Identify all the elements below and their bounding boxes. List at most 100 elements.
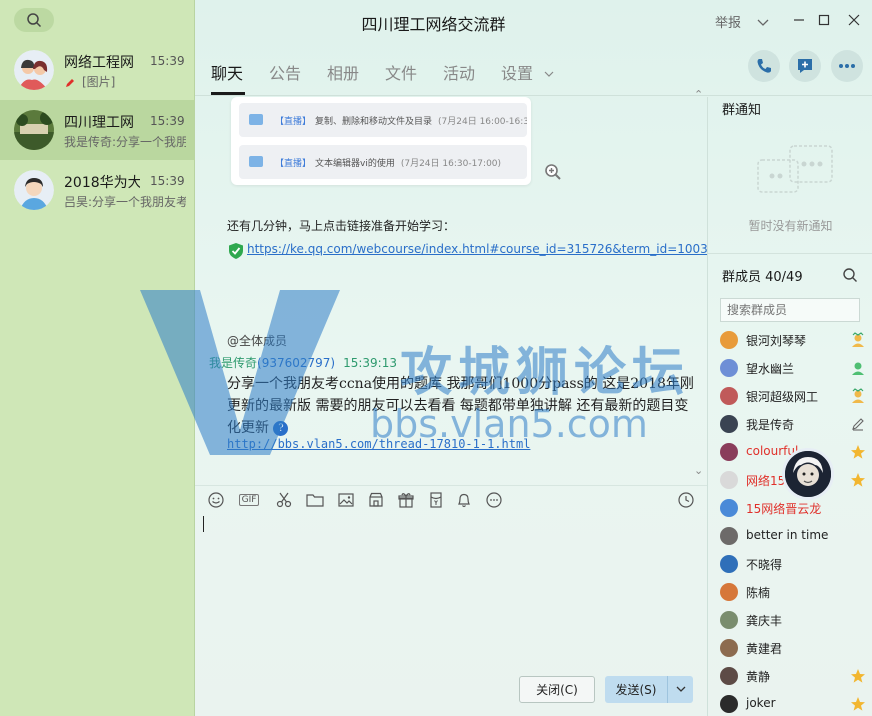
video-row[interactable]: 【直播】 文本编辑器vi的使用 (7月24日 16:30-17:00) — [239, 145, 527, 179]
help-icon[interactable]: ? — [273, 420, 289, 436]
close-window-button[interactable] — [844, 10, 864, 30]
member-avatar-popup[interactable] — [782, 448, 834, 500]
member-avatar — [720, 695, 738, 713]
conversation-name: 2018华为大 — [64, 175, 140, 191]
report-button[interactable]: 举报 — [715, 12, 769, 31]
zoom-in-icon[interactable] — [544, 163, 562, 181]
member-badge-owner-icon — [850, 332, 866, 348]
message-input[interactable] — [199, 513, 699, 663]
gif-button[interactable]: GIF — [237, 491, 261, 509]
collapse-icon[interactable]: ⌃ — [694, 88, 703, 101]
notice-empty-text: 暂时没有新通知 — [748, 219, 833, 233]
member-badge-admin-icon — [850, 360, 866, 376]
collapse-icon[interactable]: ⌄ — [694, 464, 703, 477]
member-item[interactable]: 陈楠 — [720, 581, 866, 603]
video-row[interactable]: 【直播】 复制、删除和移动文件及目录 (7月24日 16:00-16:30) — [239, 103, 527, 137]
member-avatar — [720, 527, 738, 545]
more-button[interactable] — [831, 50, 863, 82]
phone-icon — [757, 59, 771, 73]
emoji-icon — [208, 492, 224, 508]
image-button[interactable] — [337, 491, 355, 509]
conversation-sidebar: 网络工程网 15:39 [图片] 四川理工网 15:39 我是传奇:分享一个我朋… — [0, 0, 195, 716]
gif-icon: GIF — [238, 494, 260, 506]
send-button[interactable]: 发送(S) — [605, 676, 667, 703]
file-button[interactable] — [306, 491, 324, 509]
search-icon[interactable] — [842, 267, 858, 283]
minimize-button[interactable] — [789, 10, 809, 30]
member-name: 龚庆丰 — [746, 614, 783, 628]
sender-qq: (937602797) — [257, 356, 336, 370]
member-avatar — [720, 471, 738, 489]
member-badge-edit-icon — [850, 416, 866, 432]
tab-settings[interactable]: 设置 — [501, 60, 554, 84]
maximize-button[interactable] — [814, 10, 834, 30]
emoji-button[interactable] — [207, 491, 225, 509]
member-item[interactable]: better in time — [720, 525, 866, 547]
more-tools-button[interactable] — [485, 491, 503, 509]
conversation-name: 四川理工网 — [64, 115, 134, 131]
tab-activity[interactable]: 活动 — [443, 60, 475, 84]
member-item[interactable]: 龚庆丰 — [720, 609, 866, 631]
history-button[interactable] — [677, 491, 695, 509]
send-options-button[interactable] — [667, 676, 693, 703]
search-button[interactable] — [14, 8, 54, 32]
member-avatar — [720, 639, 738, 657]
group-avatar — [14, 170, 54, 210]
close-button[interactable]: 关闭(C) — [519, 676, 595, 703]
compose-toolbar: GIF — [195, 485, 707, 513]
conversation-item[interactable]: 网络工程网 15:39 [图片] — [0, 40, 194, 100]
conversation-preview: 我是传奇:分享一个我朋 — [64, 135, 186, 149]
screenshot-button[interactable] — [275, 491, 293, 509]
conversation-item-active[interactable]: 四川理工网 15:39 我是传奇:分享一个我朋 — [0, 100, 194, 160]
sender-name[interactable]: 我是传奇 — [209, 356, 257, 370]
voice-call-button[interactable] — [748, 50, 780, 82]
group-info-panel: 群通知 暂时没有新通知 群成员 40/49 银河刘琴琴望水幽兰银河超级网工我是传… — [707, 97, 872, 716]
member-avatar — [720, 359, 738, 377]
member-avatar — [720, 415, 738, 433]
tab-album[interactable]: 相册 — [327, 60, 359, 84]
shop-button[interactable] — [367, 491, 385, 509]
notice-title: 群通知 — [722, 103, 762, 118]
alert-button[interactable] — [455, 491, 473, 509]
gift-icon — [398, 493, 414, 508]
lucky-envelope-button[interactable] — [427, 491, 445, 509]
more-icon — [486, 492, 502, 508]
clock-icon — [678, 492, 694, 508]
member-name: 我是传奇 — [746, 418, 795, 432]
member-item[interactable]: 黄静 — [720, 665, 866, 687]
window-title: 四川理工网络交流群 — [361, 15, 506, 34]
conversation-item[interactable]: 2018华为大 15:39 吕昊:分享一个我朋友考 — [0, 160, 194, 220]
gift-button[interactable] — [397, 491, 415, 509]
tab-files[interactable]: 文件 — [385, 60, 417, 84]
member-item[interactable]: 望水幽兰 — [720, 357, 866, 379]
member-name: 不晓得 — [746, 558, 783, 572]
search-icon — [27, 13, 42, 28]
maximize-icon — [818, 14, 830, 26]
tab-announcement[interactable]: 公告 — [269, 60, 301, 84]
tab-settings-label: 设置 — [501, 64, 534, 83]
member-badge-owner-icon — [850, 388, 866, 404]
active-tab-indicator — [211, 92, 245, 95]
message-link[interactable]: http://bbs.vlan5.com/thread-17810-1-1.ht… — [227, 437, 530, 451]
member-item[interactable]: 15网络晋云龙 — [720, 497, 866, 519]
group-avatar — [14, 110, 54, 150]
member-name: 网络15 — [746, 474, 786, 488]
member-item[interactable]: 银河刘琴琴 — [720, 329, 866, 351]
minimize-icon — [794, 19, 804, 21]
member-search-input[interactable] — [720, 298, 860, 322]
group-avatar — [14, 50, 54, 90]
image-icon — [338, 493, 354, 507]
tab-chat[interactable]: 聊天 — [211, 60, 243, 84]
member-item[interactable]: 黄建君 — [720, 637, 866, 659]
course-link[interactable]: https://ke.qq.com/webcourse/index.html#c… — [227, 238, 707, 261]
video-title: 文本编辑器vi的使用 — [315, 158, 395, 169]
chevron-down-icon — [676, 686, 685, 692]
member-item[interactable]: joker — [720, 693, 866, 715]
message-text: 还有几分钟，马上点击链接准备开始学习： — [227, 219, 456, 233]
member-item[interactable]: 我是传奇 — [720, 413, 866, 435]
profile-avatar-image — [785, 451, 831, 497]
member-item[interactable]: 银河超级网工 — [720, 385, 866, 407]
course-card[interactable]: 【直播】 复制、删除和移动文件及目录 (7月24日 16:00-16:30) 【… — [231, 97, 561, 185]
group-chat-add-button[interactable] — [789, 50, 821, 82]
member-item[interactable]: 不晓得 — [720, 553, 866, 575]
